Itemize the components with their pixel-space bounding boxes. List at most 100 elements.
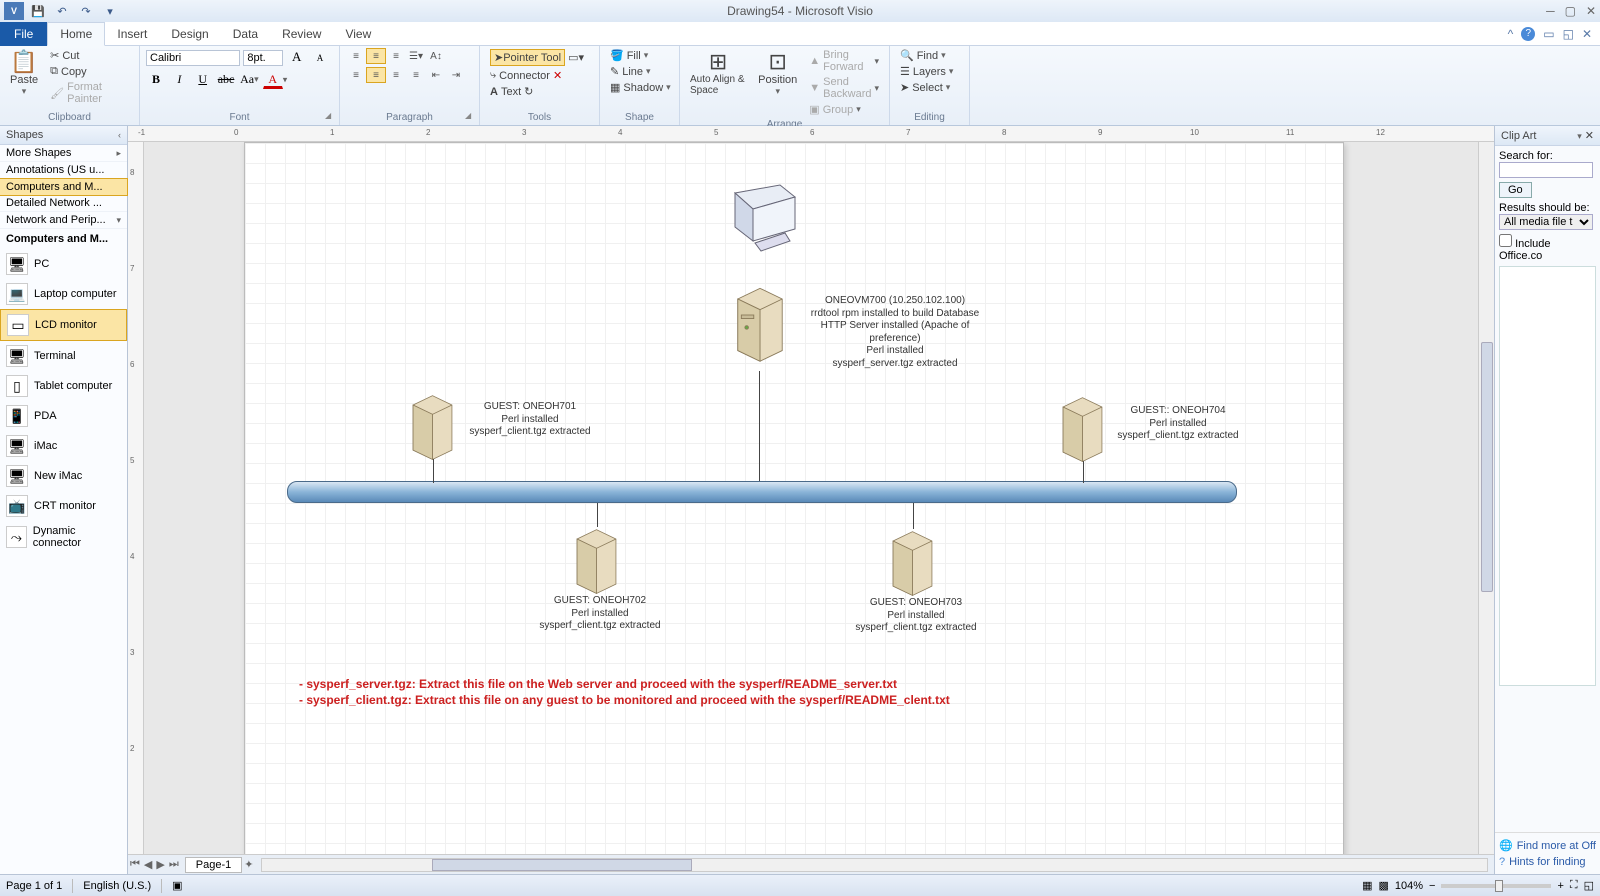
- connector-703[interactable]: [913, 503, 914, 529]
- align-left-button[interactable]: ≡: [346, 67, 366, 83]
- align-top-button[interactable]: ≡: [346, 48, 366, 64]
- shape-ethernet-pipe[interactable]: [287, 481, 1237, 503]
- label-guest-702[interactable]: GUEST: ONEOH702 Perl installed sysperf_c…: [535, 595, 665, 633]
- drawing-page[interactable]: ONEOVM700 (10.250.102.100) rrdtool rpm i…: [244, 142, 1344, 854]
- find-more-link[interactable]: 🌐Find more at Off: [1499, 837, 1596, 854]
- close-button[interactable]: ✕: [1586, 4, 1596, 18]
- stencil-lcd[interactable]: ▭LCD monitor: [0, 309, 127, 341]
- stencil-laptop[interactable]: 💻Laptop computer: [0, 279, 127, 309]
- underline-button[interactable]: U: [193, 70, 213, 88]
- help-icon[interactable]: ?: [1521, 27, 1535, 41]
- align-bottom-button[interactable]: ≡: [386, 48, 406, 64]
- grow-font-button[interactable]: A: [287, 48, 307, 66]
- minimize-button[interactable]: ─: [1546, 4, 1555, 18]
- app-restore-icon[interactable]: ◱: [1563, 27, 1574, 41]
- page-nav-last[interactable]: ⏭: [167, 858, 181, 871]
- set-annotations[interactable]: Annotations (US u...: [0, 162, 127, 179]
- tab-insert[interactable]: Insert: [105, 23, 159, 45]
- minimize-ribbon-icon[interactable]: ▭: [1543, 27, 1554, 41]
- stencil-pc[interactable]: 🖥PC: [0, 249, 127, 279]
- italic-button[interactable]: I: [169, 70, 189, 88]
- view-normal-icon[interactable]: ▦: [1362, 879, 1372, 892]
- set-computers[interactable]: Computers and M...: [0, 178, 128, 196]
- clipart-close-icon[interactable]: ✕: [1585, 130, 1594, 142]
- zoom-in-button[interactable]: +: [1557, 880, 1563, 892]
- tab-file[interactable]: File: [0, 22, 47, 46]
- connector-main[interactable]: [759, 371, 760, 483]
- select-button[interactable]: ➤Select▾: [896, 80, 957, 95]
- align-right-button[interactable]: ≡: [386, 67, 406, 83]
- fill-button[interactable]: 🪣Fill▾: [606, 48, 675, 63]
- shapes-collapse-icon[interactable]: ‹: [118, 130, 121, 140]
- set-detailed[interactable]: Detailed Network ...: [0, 195, 127, 212]
- shape-server-main[interactable]: [725, 283, 795, 363]
- shape-guest-702[interactable]: [569, 525, 624, 595]
- stencil-tablet[interactable]: ▯Tablet computer: [0, 371, 127, 401]
- drawing-canvas[interactable]: ONEOVM700 (10.250.102.100) rrdtool rpm i…: [144, 142, 1478, 854]
- connector-702[interactable]: [597, 503, 598, 527]
- bring-forward-button[interactable]: ▲Bring Forward▾: [805, 48, 883, 74]
- cp-x-icon[interactable]: ✕: [553, 69, 562, 82]
- vscroll-thumb[interactable]: [1481, 342, 1493, 592]
- font-color-button[interactable]: A: [263, 71, 283, 89]
- shape-guest-701[interactable]: [405, 391, 460, 461]
- hscroll-thumb[interactable]: [432, 859, 692, 871]
- page-nav-prev[interactable]: ◀: [142, 858, 154, 871]
- stencil-terminal[interactable]: 🖥Terminal: [0, 341, 127, 371]
- paragraph-dialog-launcher[interactable]: ◢: [465, 111, 477, 123]
- find-button[interactable]: 🔍Find▾: [896, 48, 957, 63]
- font-name-combo[interactable]: Calibri: [146, 50, 240, 66]
- page-nav-next[interactable]: ▶: [154, 858, 166, 871]
- macro-record-icon[interactable]: ▣: [172, 879, 182, 892]
- zoom-level[interactable]: 104%: [1395, 880, 1423, 892]
- page-nav-first[interactable]: ⏮: [128, 858, 142, 871]
- group-button[interactable]: ▣Group▾: [805, 102, 883, 117]
- shrink-font-button[interactable]: A: [310, 49, 330, 67]
- bullets-button[interactable]: ☰▾: [406, 48, 426, 64]
- qat-redo[interactable]: ↷: [76, 2, 96, 20]
- note-client[interactable]: - sysperf_client.tgz: Extract this file …: [299, 693, 999, 708]
- clipart-menu-icon[interactable]: ▾: [1577, 131, 1582, 141]
- stencil-crt[interactable]: 📺CRT monitor: [0, 491, 127, 521]
- shape-guest-704[interactable]: [1055, 393, 1110, 463]
- shape-guest-703[interactable]: [885, 527, 940, 597]
- results-select[interactable]: All media file t: [1499, 214, 1593, 230]
- label-guest-704[interactable]: GUEST:: ONEOH704 Perl installed sysperf_…: [1113, 405, 1243, 443]
- stencil-pda[interactable]: 📱PDA: [0, 401, 127, 431]
- cut-button[interactable]: ✂Cut: [46, 48, 133, 63]
- switch-window-icon[interactable]: ◱: [1584, 879, 1594, 892]
- page-tab-add[interactable]: ✦: [242, 858, 255, 871]
- connector-704[interactable]: [1083, 461, 1084, 483]
- pointer-tool-button[interactable]: ➤ Pointer Tool▭▾: [486, 48, 588, 67]
- app-close-icon[interactable]: ✕: [1582, 27, 1592, 41]
- copy-button[interactable]: ⧉Copy: [46, 64, 133, 79]
- horizontal-scrollbar[interactable]: [261, 858, 1488, 872]
- tab-view[interactable]: View: [333, 23, 383, 45]
- case-button[interactable]: Aa▾: [239, 70, 259, 88]
- zoom-thumb[interactable]: [1495, 880, 1503, 892]
- clipart-go-button[interactable]: Go: [1499, 182, 1532, 198]
- stencil-dyn[interactable]: ⤳Dynamic connector: [0, 521, 127, 553]
- tab-data[interactable]: Data: [221, 23, 270, 45]
- set-network[interactable]: Network and Perip...▾: [0, 212, 127, 229]
- stencil-newimac[interactable]: 🖥New iMac: [0, 461, 127, 491]
- line-button[interactable]: ✎Line▾: [606, 64, 675, 79]
- font-size-combo[interactable]: 8pt.: [243, 50, 283, 66]
- fit-page-icon[interactable]: ⛶: [1570, 879, 1578, 892]
- vertical-scrollbar[interactable]: [1478, 142, 1494, 854]
- position-button[interactable]: ⊡Position▾: [754, 48, 801, 99]
- clipart-search-input[interactable]: [1499, 162, 1593, 178]
- qat-save[interactable]: 💾: [28, 2, 48, 20]
- label-server-main[interactable]: ONEOVM700 (10.250.102.100) rrdtool rpm i…: [805, 295, 985, 370]
- dec-indent-button[interactable]: ⇤: [426, 67, 446, 83]
- text-tool-button[interactable]: AText ↻: [486, 84, 588, 99]
- label-guest-701[interactable]: GUEST: ONEOH701 Perl installed sysperf_c…: [465, 401, 595, 439]
- shadow-button[interactable]: ▦Shadow▾: [606, 80, 675, 95]
- zoom-slider[interactable]: [1441, 884, 1551, 888]
- rect-tool[interactable]: ▭▾: [568, 51, 584, 64]
- status-lang[interactable]: English (U.S.): [83, 880, 151, 892]
- paste-button[interactable]: 📋 Paste ▾: [6, 48, 42, 99]
- bold-button[interactable]: B: [146, 70, 166, 88]
- label-guest-703[interactable]: GUEST: ONEOH703 Perl installed sysperf_c…: [851, 597, 981, 635]
- tab-home[interactable]: Home: [47, 22, 105, 46]
